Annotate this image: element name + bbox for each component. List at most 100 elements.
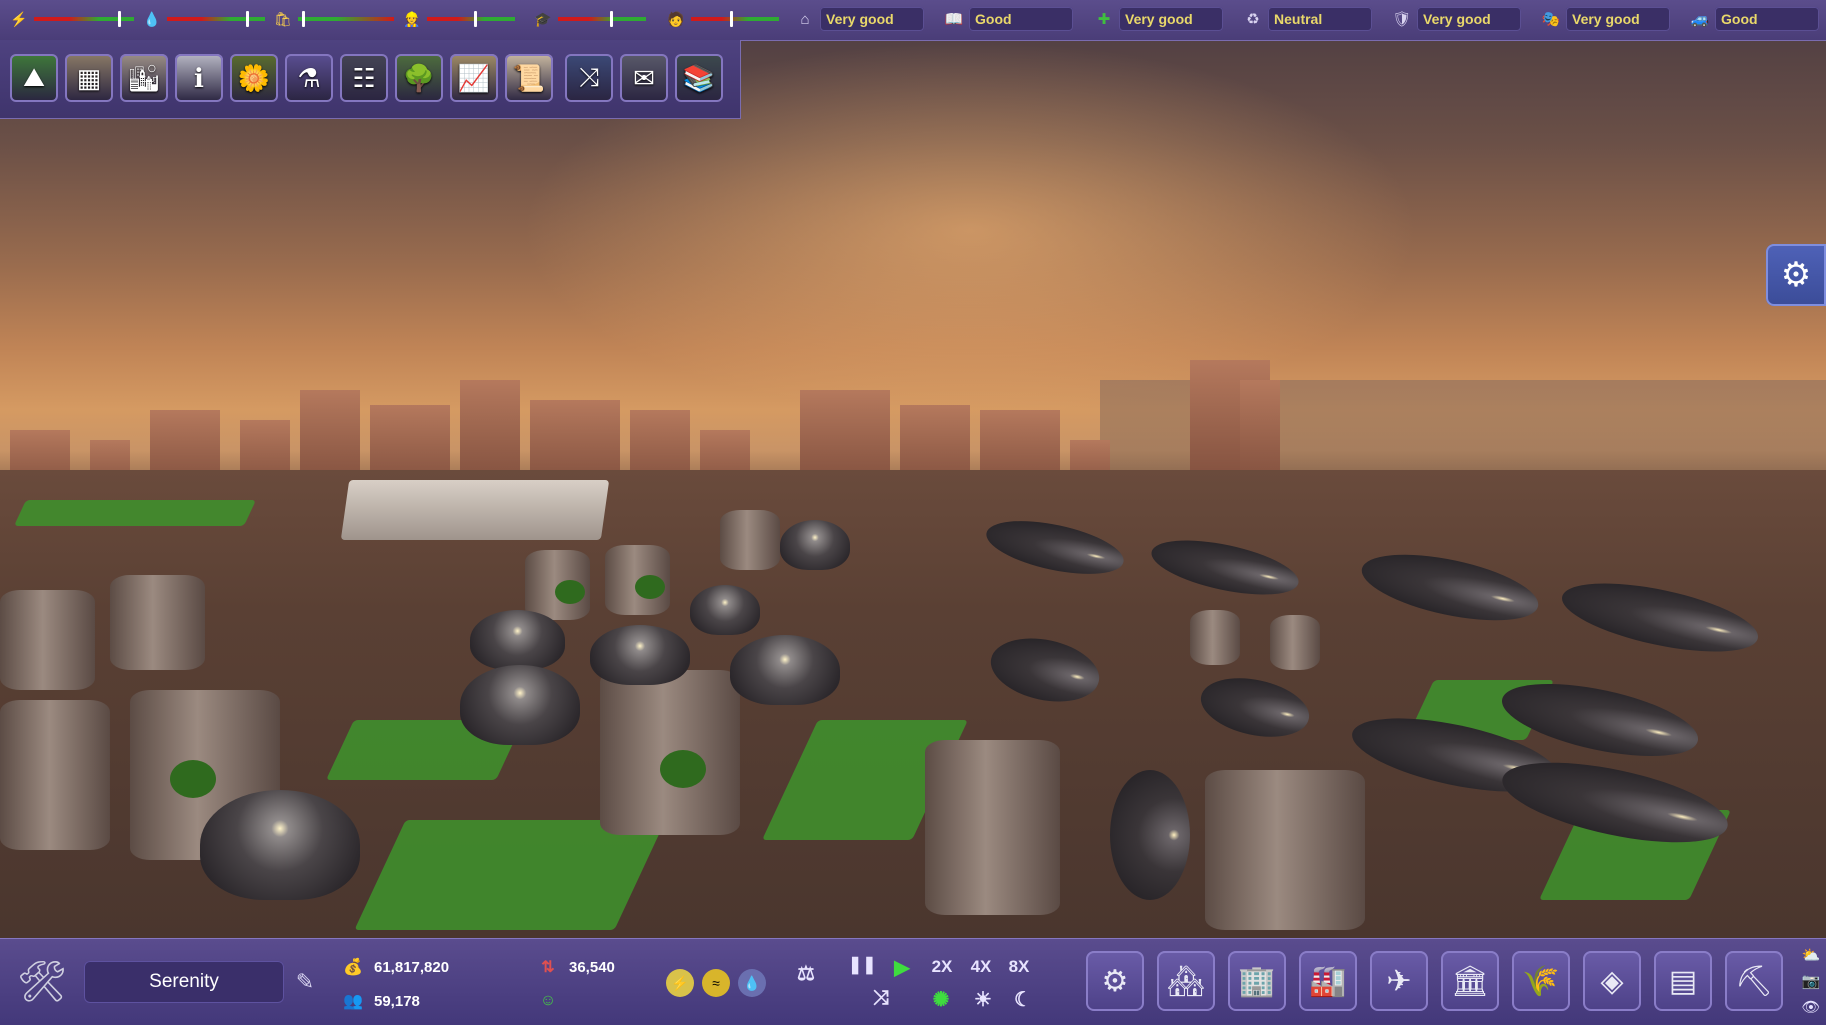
pause-icon: ❚❚ bbox=[848, 955, 877, 974]
rating-transport-value: Good bbox=[1715, 7, 1819, 31]
wrench-hammer-icon: 🛠 bbox=[16, 959, 68, 1004]
city-name-field[interactable]: Serenity bbox=[84, 961, 284, 1003]
tool-info-button[interactable]: ℹ bbox=[175, 54, 223, 102]
rating-housing[interactable]: ⌂ Very good bbox=[794, 7, 924, 31]
visibility-button[interactable]: 👁 bbox=[1800, 997, 1822, 1019]
blocks-icon: ▦ bbox=[76, 62, 102, 93]
category-energy-button[interactable]: ⚙ bbox=[1086, 951, 1144, 1011]
category-storage-button[interactable]: ▤ bbox=[1654, 951, 1712, 1011]
garbage-bag-icon: 🛍 bbox=[274, 10, 292, 27]
tool-messages-button[interactable]: ✉ bbox=[620, 54, 668, 102]
book-icon: 📖 bbox=[944, 11, 964, 28]
tool-statistics-button[interactable]: 📈 bbox=[450, 54, 498, 102]
lightning-icon: ⚡ bbox=[10, 10, 28, 27]
bulldoze-icon: ⛏ bbox=[1734, 964, 1774, 998]
medical-cross-icon: ✚ bbox=[1097, 11, 1111, 28]
tool-library-button[interactable]: 📚 bbox=[675, 54, 723, 102]
shuffle-button[interactable]: ⤨ bbox=[866, 987, 896, 1010]
food-resource-button[interactable]: ≈ bbox=[702, 969, 730, 997]
rating-safety[interactable]: 🛡 Very good bbox=[1391, 7, 1521, 31]
farming-icon: 🌾 bbox=[1522, 964, 1560, 998]
storage-icon: ▤ bbox=[1668, 964, 1698, 998]
laboratory-flask-icon: ⚗ bbox=[297, 62, 321, 93]
electricity-bar bbox=[34, 11, 134, 27]
camera-button[interactable]: 📷 bbox=[1800, 971, 1822, 993]
play-button[interactable]: ▶ bbox=[888, 955, 916, 980]
water-meter[interactable]: 💧 bbox=[143, 8, 265, 30]
waste-meter[interactable]: 🛍 bbox=[274, 8, 394, 30]
gear-icon: ⚙ bbox=[1780, 256, 1812, 294]
rating-safety-value: Very good bbox=[1417, 7, 1521, 31]
statistics-graph-icon: 📈 bbox=[457, 62, 491, 93]
tool-policies-button[interactable]: 📜 bbox=[505, 54, 553, 102]
weather-icon: ⛅ bbox=[1801, 947, 1821, 964]
speed-4x-button[interactable]: 4X bbox=[965, 957, 997, 977]
vehicle-icon: 🚙 bbox=[1690, 11, 1710, 28]
speed-2x-button[interactable]: 2X bbox=[926, 957, 958, 977]
edit-city-name-button[interactable]: ✎ bbox=[292, 969, 318, 995]
industry-icon: 🏭 bbox=[1309, 964, 1347, 998]
auto-daylight-icon: ✺ bbox=[932, 989, 950, 1011]
category-transport-button[interactable]: ✈ bbox=[1370, 951, 1428, 1011]
rating-entertainment[interactable]: 🎭 Very good bbox=[1540, 7, 1670, 31]
money-value: 61,817,820 bbox=[374, 958, 450, 976]
transport-icon: ✈ bbox=[1386, 964, 1412, 998]
energy-plant-icon: ⚙ bbox=[1101, 964, 1129, 998]
population-icon: 👥 bbox=[343, 993, 363, 1010]
specialists-meter[interactable]: 🧑 bbox=[667, 8, 779, 30]
library-books-icon: 📚 bbox=[682, 62, 716, 93]
camera-icon: 📷 bbox=[1801, 973, 1821, 990]
night-button[interactable]: ☾ bbox=[1008, 987, 1038, 1012]
tool-blocks-button[interactable]: ▦ bbox=[65, 54, 113, 102]
rating-culture-value: Good bbox=[969, 7, 1073, 31]
greenhouse-icon: ◈ bbox=[1600, 964, 1624, 998]
category-civic-button[interactable]: 🏛 bbox=[1441, 951, 1499, 1011]
settings-button[interactable]: ⚙ bbox=[1766, 244, 1826, 306]
student-icon: 🎓 bbox=[534, 10, 552, 27]
weather-button[interactable]: ⛅ bbox=[1800, 945, 1822, 967]
education-bar bbox=[558, 11, 646, 27]
education-meter[interactable]: 🎓 bbox=[534, 8, 646, 30]
category-greenhouse-button[interactable]: ◈ bbox=[1583, 951, 1641, 1011]
bottom-control-bar: 🛠 Serenity ✎ 💰 61,817,820 👥 59,178 ⇅ 36,… bbox=[0, 938, 1826, 1025]
shuffle-icon: ⤨ bbox=[873, 987, 889, 1009]
tool-conveyor-button[interactable]: ☷ bbox=[340, 54, 388, 102]
rating-health[interactable]: ✚ Very good bbox=[1093, 7, 1223, 31]
tool-routes-button[interactable]: ⤨ bbox=[565, 54, 613, 102]
route-lines-icon: ⤨ bbox=[578, 62, 600, 92]
energy-resource-button[interactable]: ⚡ bbox=[666, 969, 694, 997]
electricity-meter[interactable]: ⚡ bbox=[10, 8, 134, 30]
speed-8x-button[interactable]: 8X bbox=[1003, 957, 1035, 977]
happy-face-icon: ☺ bbox=[539, 992, 557, 1009]
terrain-icon: ⛰ bbox=[23, 62, 45, 92]
tool-research-button[interactable]: ⚗ bbox=[285, 54, 333, 102]
tool-terrain-button[interactable]: ⛰ bbox=[10, 54, 58, 102]
category-industry-button[interactable]: 🏭 bbox=[1299, 951, 1357, 1011]
day-button[interactable]: ☀ bbox=[968, 987, 998, 1012]
civic-dome-icon: 🏛 bbox=[1450, 964, 1490, 998]
category-residential-button[interactable]: 🏘 bbox=[1157, 951, 1215, 1011]
city-3d-view[interactable] bbox=[0, 0, 1826, 1024]
category-bulldoze-button[interactable]: ⛏ bbox=[1725, 951, 1783, 1011]
balance-button[interactable]: ⚖ bbox=[790, 961, 822, 986]
auto-daylight-button[interactable]: ✺ bbox=[926, 987, 956, 1012]
tool-economy-button[interactable]: 🌳 bbox=[395, 54, 443, 102]
category-farming-button[interactable]: 🌾 bbox=[1512, 951, 1570, 1011]
rating-culture[interactable]: 📖 Good bbox=[943, 7, 1073, 31]
specialists-bar bbox=[691, 11, 779, 27]
water-resource-button[interactable]: 💧 bbox=[738, 969, 766, 997]
pause-button[interactable]: ❚❚ bbox=[848, 955, 877, 975]
category-commercial-button[interactable]: 🏢 bbox=[1228, 951, 1286, 1011]
rating-environment-value: Neutral bbox=[1268, 7, 1372, 31]
workers-meter[interactable]: 👷 bbox=[403, 8, 515, 30]
rating-transport[interactable]: 🚙 Good bbox=[1689, 7, 1819, 31]
tools-menu-button[interactable]: 🛠 bbox=[14, 953, 70, 1009]
tool-city-button[interactable]: 🏙 bbox=[120, 54, 168, 102]
pencil-icon: ✎ bbox=[295, 969, 315, 994]
house-icon: ⌂ bbox=[800, 10, 810, 28]
build-category-toolbar: ⛰ ▦ 🏙 ℹ 🌼 ⚗ ☷ 🌳 📈 📜 ⤨ ✉ 📚 bbox=[0, 40, 741, 119]
rating-environment[interactable]: ♻ Neutral bbox=[1242, 7, 1372, 31]
income-value: 36,540 bbox=[569, 958, 615, 976]
water-drop-icon: 💧 bbox=[143, 10, 161, 27]
tool-parks-button[interactable]: 🌼 bbox=[230, 54, 278, 102]
